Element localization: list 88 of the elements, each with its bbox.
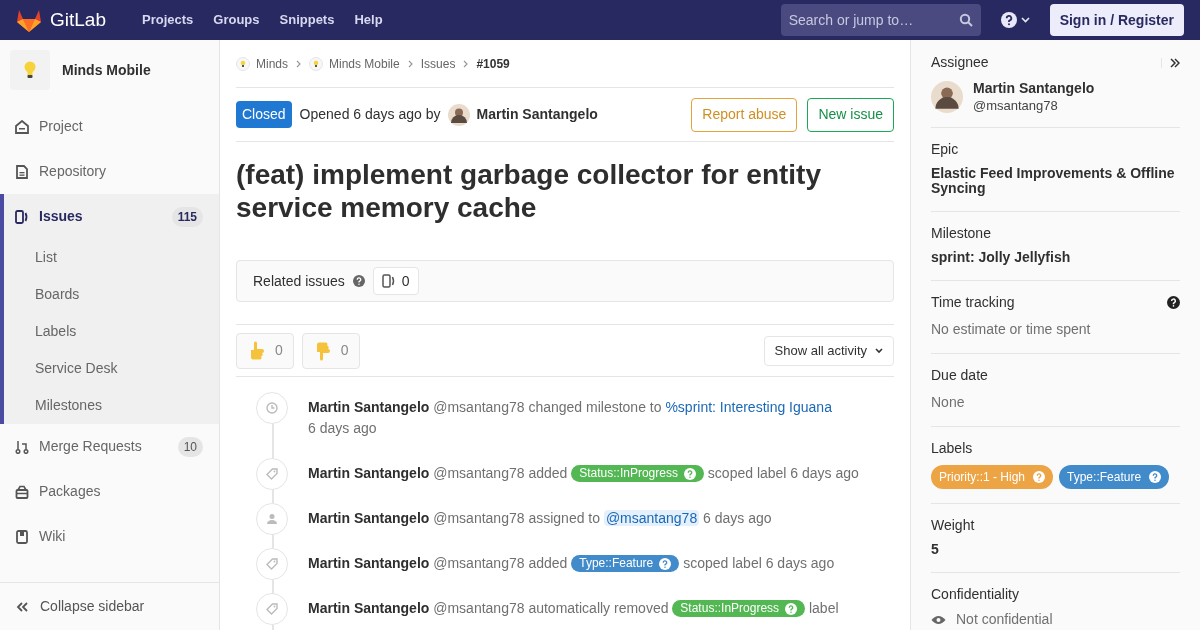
caret-icon <box>1020 17 1030 23</box>
tag-icon <box>266 468 278 480</box>
document-icon <box>15 164 29 179</box>
section-label: Due date <box>931 366 989 385</box>
section-value: sprint: Jolly Jellyfish <box>931 250 1072 265</box>
issues-icon <box>381 274 396 288</box>
assignee-username: @msantang78 <box>973 97 1059 115</box>
new-issue-button[interactable]: New issue <box>807 97 894 132</box>
opened-text: Opened 6 days ago by <box>299 105 441 124</box>
clock-icon <box>266 402 278 414</box>
chevron-down-icon <box>875 347 883 354</box>
sidebar-item[interactable]: Merge Requests 10 <box>4 424 219 469</box>
label-badge[interactable]: Type::Feature <box>571 555 680 572</box>
user-avatar-icon[interactable] <box>448 103 471 126</box>
breadcrumb-link[interactable]: Minds Mobile <box>329 54 400 73</box>
author-link[interactable]: Martin Santangelo <box>476 104 598 125</box>
count-badge: 10 <box>177 436 203 457</box>
award-button[interactable]: 0 <box>236 332 294 369</box>
milestone-link[interactable]: %sprint: Interesting Iguana <box>665 399 832 415</box>
lightbulb-icon <box>24 61 36 79</box>
package-icon <box>15 484 29 499</box>
label-badge[interactable]: Type::Feature <box>1059 465 1170 489</box>
tag-icon <box>266 603 278 615</box>
chevron-right-icon <box>296 59 301 68</box>
section-label: Milestone <box>931 224 992 243</box>
breadcrumb-link[interactable]: #1059 <box>476 54 510 73</box>
sidebar-subitem[interactable]: Boards <box>4 276 219 313</box>
double-chevron-left-icon <box>16 601 28 612</box>
issues-icon <box>15 209 29 224</box>
user-mention-link[interactable]: @msantang78 <box>603 510 700 526</box>
eye-icon <box>931 614 946 625</box>
related-count-button[interactable]: 0 <box>372 267 419 295</box>
project-name[interactable]: Minds Mobile <box>62 59 151 81</box>
help-icon <box>1000 12 1017 28</box>
sidebar-item[interactable]: Issues 115 <box>4 194 219 239</box>
user-avatar-icon[interactable] <box>931 81 963 113</box>
breadcrumb-link[interactable]: Issues <box>420 54 456 73</box>
sidebar-item[interactable]: Project <box>4 104 219 149</box>
section-value: No estimate or time spent <box>931 320 1092 339</box>
sidebar-subitem[interactable]: Milestones <box>4 387 219 424</box>
section-label: Time tracking <box>931 293 1016 312</box>
sidebar-item[interactable]: Repository <box>4 149 219 194</box>
activity-filter-dropdown[interactable]: Show all activity <box>763 335 894 366</box>
tag-icon <box>266 558 278 570</box>
section-label: Confidentiality <box>931 585 1020 604</box>
merge-request-icon <box>15 439 29 454</box>
sidebar-item[interactable]: Wiki <box>4 514 219 559</box>
assignee-name[interactable]: Martin Santangelo <box>973 79 1095 97</box>
nav-link[interactable]: Help <box>354 10 383 30</box>
status-badge: Closed <box>236 101 292 128</box>
user-icon <box>266 513 278 525</box>
brand-name[interactable]: GitLab <box>50 5 106 35</box>
activity-text: Martin Santangelo @msantang78 added Status::InProgress scoped label 6 days ago <box>308 464 859 484</box>
nav-link[interactable]: Groups <box>213 10 260 30</box>
chevron-right-icon <box>463 59 469 68</box>
help-icon[interactable] <box>1167 296 1180 309</box>
sidebar-subitem[interactable]: List <box>4 239 219 276</box>
activity-text: Martin Santangelo @msantang78 automatically removed Status::InProgress label <box>308 599 839 619</box>
activity-text: Martin Santangelo @msantang78 added Type::Feature scoped label 6 days ago <box>308 554 835 574</box>
section-value: 5 <box>931 542 940 557</box>
activity-text: Martin Santangelo @msantang78 changed milestone to %sprint: Interesting Iguana 6 days ago <box>308 398 833 438</box>
book-icon <box>15 529 29 544</box>
search-icon <box>958 13 973 27</box>
chevron-right-icon <box>407 59 413 68</box>
section-label: Epic <box>931 140 960 159</box>
issue-title: (feat) implement garbage collector for entity service memory cache <box>236 158 822 224</box>
breadcrumb-link[interactable]: Minds <box>256 54 288 73</box>
section-label: Labels <box>931 439 974 458</box>
sidebar-subitem[interactable]: Service Desk <box>4 350 219 387</box>
collapse-right-icon[interactable] <box>1161 57 1180 68</box>
section-value: Not confidential <box>956 610 1053 629</box>
section-value: Elastic Feed Improvements & Offline Syncing <box>931 166 1176 196</box>
sign-in-button[interactable]: Sign in / Register <box>1049 4 1184 36</box>
section-label: Weight <box>931 516 976 535</box>
sidebar-subitem[interactable]: Labels <box>4 313 219 350</box>
help-dropdown[interactable] <box>1000 12 1030 28</box>
award-button[interactable]: 0 <box>301 332 360 369</box>
assignee-label: Assignee <box>931 53 990 72</box>
home-icon <box>15 119 29 134</box>
sidebar-item[interactable]: Packages <box>4 469 219 514</box>
activity-text: Martin Santangelo @msantang78 assigned to @msantang78 6 days ago <box>308 509 772 528</box>
fox-logo-icon[interactable] <box>16 8 42 32</box>
section-value: None <box>931 393 966 412</box>
nav-link[interactable]: Snippets <box>279 10 335 30</box>
search-field[interactable]: Search or jump to… <box>780 4 981 36</box>
count-badge: 115 <box>171 206 203 227</box>
related-issues-label: Related issues <box>253 271 345 291</box>
nav-link[interactable]: Projects <box>142 10 194 30</box>
